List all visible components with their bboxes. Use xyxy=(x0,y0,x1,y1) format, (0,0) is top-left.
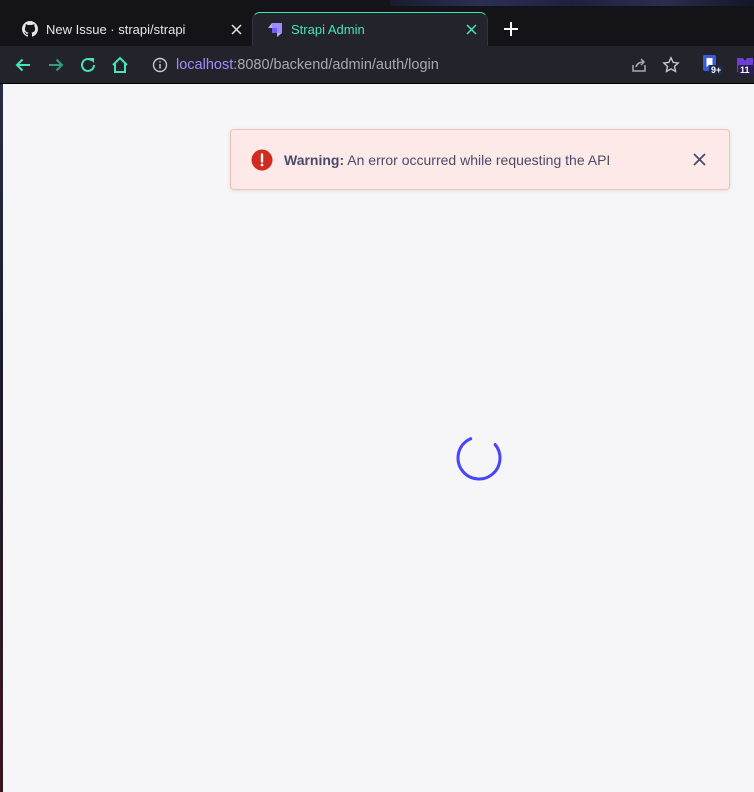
tab-title: New Issue · strapi/strapi xyxy=(46,21,186,37)
close-icon xyxy=(692,153,706,166)
plus-icon xyxy=(504,22,518,36)
alert-message: Warning: An error occurred while request… xyxy=(284,152,689,168)
home-icon xyxy=(112,56,128,73)
warning-alert: Warning: An error occurred while request… xyxy=(230,129,730,190)
extension-badge: 9+ xyxy=(711,65,722,75)
arrow-left-icon xyxy=(15,58,30,72)
close-alert-button[interactable] xyxy=(689,150,709,170)
share-button[interactable] xyxy=(627,53,651,77)
url-host: localhost xyxy=(176,56,234,73)
alert-text: An error occurred while requesting the A… xyxy=(347,151,611,168)
share-icon xyxy=(632,58,646,72)
tab-title: Strapi Admin xyxy=(291,22,365,37)
site-info-icon[interactable] xyxy=(152,57,168,73)
home-button[interactable] xyxy=(108,53,132,77)
window-background xyxy=(390,0,754,6)
bookmark-extension-button[interactable]: 9+ xyxy=(701,54,723,76)
puzzle-extension-button[interactable]: 11 xyxy=(734,54,754,76)
page-viewport: Warning: An error occurred while request… xyxy=(3,84,754,792)
forward-button[interactable] xyxy=(44,53,68,77)
tab-strapi-admin[interactable]: Strapi Admin xyxy=(252,12,488,46)
reload-icon xyxy=(81,57,95,72)
url-path: :8080/backend/admin/auth/login xyxy=(233,56,439,73)
back-button[interactable] xyxy=(11,53,35,77)
reload-button[interactable] xyxy=(76,53,100,77)
tab-strip: New Issue · strapi/strapi Strapi Admin xyxy=(0,0,754,46)
error-icon xyxy=(251,149,273,170)
close-tab-icon[interactable] xyxy=(226,19,246,39)
close-tab-icon[interactable] xyxy=(461,20,481,40)
github-icon xyxy=(22,21,38,37)
alert-label: Warning: xyxy=(284,151,345,168)
bookmark-star-button[interactable] xyxy=(659,53,683,77)
new-tab-button[interactable] xyxy=(500,18,522,40)
loading-spinner-icon xyxy=(456,435,502,481)
extension-badge: 11 xyxy=(740,65,750,75)
arrow-right-icon xyxy=(49,58,64,72)
tab-new-issue[interactable]: New Issue · strapi/strapi xyxy=(8,12,252,46)
browser-toolbar: localhost:8080/backend/admin/auth/login … xyxy=(0,46,754,84)
strapi-icon xyxy=(268,22,282,37)
star-icon xyxy=(662,56,680,73)
address-bar[interactable]: localhost:8080/backend/admin/auth/login xyxy=(142,49,612,80)
